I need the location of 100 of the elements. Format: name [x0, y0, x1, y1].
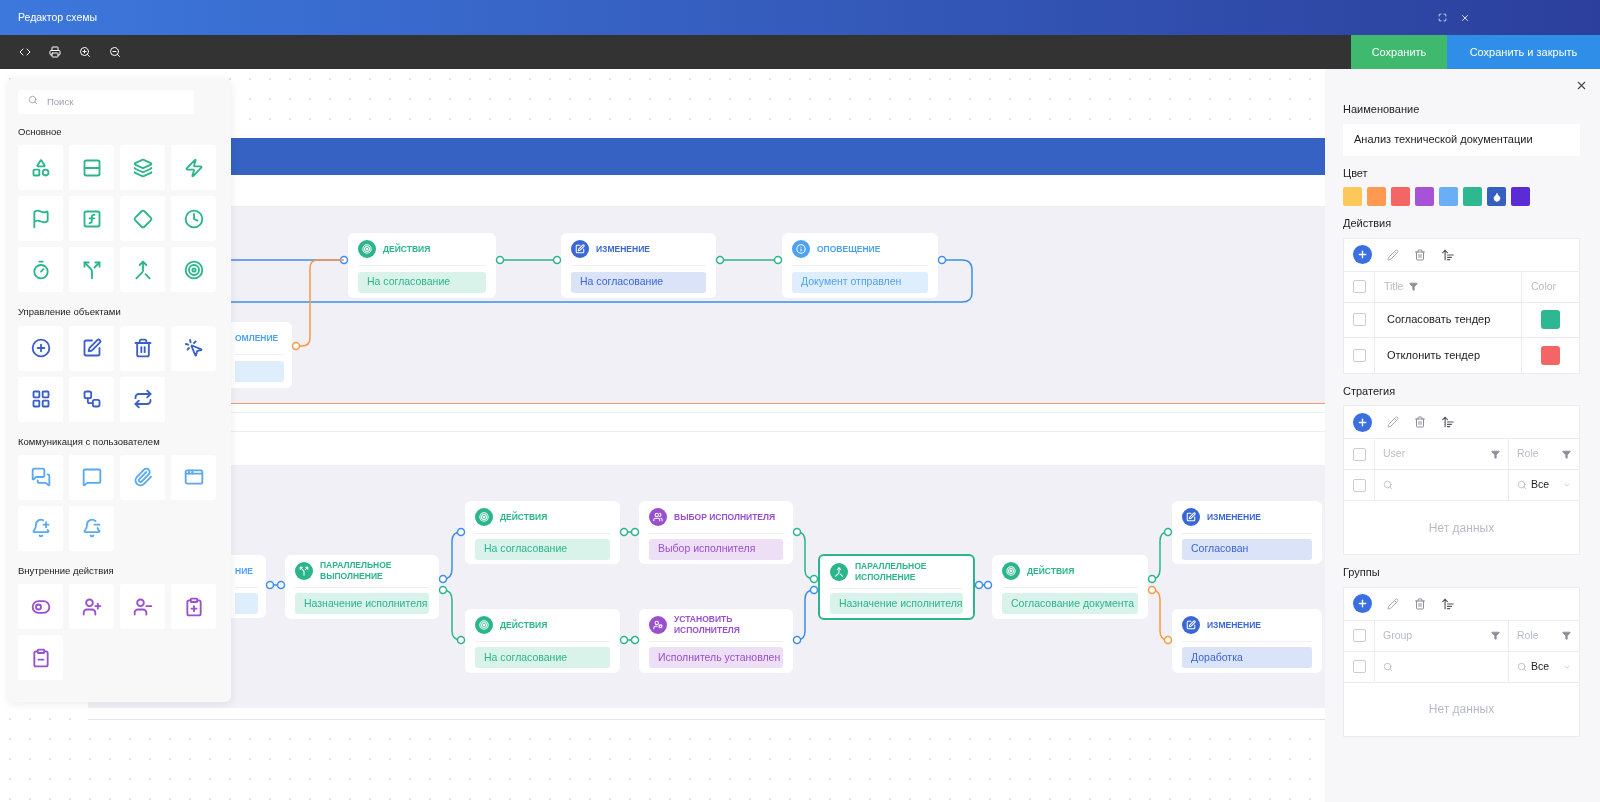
filter-icon[interactable]	[1409, 282, 1419, 291]
flow-node[interactable]: ИЗМЕНЕНИЕ Доработка	[1172, 609, 1322, 673]
tool-tile[interactable]	[120, 247, 165, 293]
flow-node[interactable]: ПАРАЛЛЕЛЬНОЕ ИСПОЛНЕНИЕ Назначение исполнителя	[818, 554, 975, 620]
add-button[interactable]	[1353, 412, 1372, 432]
section-title: Основное	[18, 125, 63, 139]
save-button[interactable]: Сохранить	[1351, 35, 1447, 69]
column-header: Title	[1384, 278, 1404, 294]
role-filter-dropdown[interactable]: Все	[1509, 651, 1579, 682]
maximize-icon[interactable]	[1438, 13, 1447, 22]
checkbox[interactable]	[1352, 447, 1366, 461]
flow-node[interactable]: ОМЛЕНИЕ	[231, 322, 292, 388]
search-field[interactable]: Поиск	[18, 89, 194, 114]
tool-tile[interactable]	[171, 247, 216, 293]
color-swatch[interactable]	[1463, 187, 1482, 206]
tool-tile[interactable]	[171, 145, 216, 191]
color-swatch[interactable]	[1439, 187, 1458, 206]
flow-node[interactable]: ИЗМЕНЕНИЕ На согласование	[561, 233, 716, 298]
flow-node[interactable]: ДЕЙСТВИЯ На согласование	[465, 501, 620, 564]
tool-tile[interactable]	[69, 247, 114, 293]
tool-tile[interactable]	[120, 454, 165, 500]
edit-icon[interactable]	[1387, 597, 1399, 610]
flow-node[interactable]: ВЫБОР ИСПОЛНИТЕЛЯ Выбор исполнителя	[639, 501, 793, 564]
tool-tile[interactable]	[69, 325, 114, 371]
tool-tile[interactable]	[69, 145, 114, 191]
checkbox[interactable]	[1352, 660, 1366, 673]
edit-icon[interactable]	[1387, 416, 1399, 428]
node-status-pill: На согласование	[475, 538, 610, 560]
filter-icon[interactable]	[1562, 631, 1571, 640]
color-swatch[interactable]	[1343, 187, 1362, 206]
flow-node[interactable]: ИЗМЕНЕНИЕ Согласован	[1172, 501, 1322, 564]
checkbox[interactable]	[1352, 348, 1366, 362]
color-swatch[interactable]	[1487, 187, 1506, 206]
tool-tile[interactable]	[69, 376, 114, 422]
flow-node[interactable]: НИЕ	[231, 555, 266, 618]
tool-tile[interactable]	[120, 325, 165, 371]
users-icon	[653, 512, 663, 522]
tool-tile[interactable]	[18, 635, 63, 680]
tool-tile[interactable]	[18, 325, 63, 371]
column-header: Color	[1531, 278, 1557, 294]
filter-icon[interactable]	[1491, 631, 1500, 640]
tool-tile[interactable]	[18, 196, 63, 242]
color-swatch[interactable]	[1367, 187, 1386, 206]
tool-tile[interactable]	[171, 584, 216, 629]
delete-icon[interactable]	[1414, 597, 1426, 610]
flow-node[interactable]: ДЕЙСТВИЯ Согласование документа	[992, 555, 1148, 619]
add-button[interactable]	[1353, 245, 1372, 264]
repeat-icon	[132, 389, 153, 409]
zoom-in-button[interactable]	[78, 45, 92, 59]
flow-node[interactable]: ПАРАЛЛЕЛЬНОЕ ВЫПОЛНЕНИЕ Назначение исполнителя	[285, 555, 439, 619]
flow-node[interactable]: УСТАНОВИТЬ ИСПОЛНИТЕЛЯ Исполнитель установлен	[639, 609, 793, 673]
field-label: Наименование	[1343, 102, 1421, 117]
tool-tile[interactable]	[171, 196, 216, 242]
sort-icon[interactable]	[1441, 596, 1455, 611]
name-field[interactable]: Анализ технической документации	[1343, 123, 1580, 156]
tool-tile[interactable]	[18, 584, 63, 629]
tool-tile[interactable]	[120, 196, 165, 242]
close-icon[interactable]	[1575, 79, 1588, 92]
code-icon	[19, 46, 31, 58]
tool-tile[interactable]	[69, 196, 114, 242]
tool-tile[interactable]	[120, 376, 165, 422]
tool-tile[interactable]	[120, 584, 165, 629]
delete-icon[interactable]	[1414, 416, 1426, 428]
checkbox[interactable]	[1352, 280, 1366, 293]
color-swatch[interactable]	[1391, 187, 1410, 206]
checkbox[interactable]	[1352, 313, 1366, 326]
delete-icon[interactable]	[1414, 248, 1426, 261]
section-title: Коммуникация с пользователем	[18, 434, 161, 449]
tool-tile[interactable]	[69, 505, 114, 551]
color-swatch[interactable]	[1415, 187, 1434, 206]
tool-tile[interactable]	[120, 145, 165, 191]
zoom-out-button[interactable]	[108, 45, 122, 59]
tool-tile[interactable]	[18, 505, 63, 551]
flow-node[interactable]: ОПОВЕЩЕНИЕ Документ отправлен	[782, 233, 938, 298]
node-status-pill: Выбор исполнителя	[649, 538, 783, 560]
checkbox[interactable]	[1352, 478, 1366, 492]
edit-icon[interactable]	[1387, 248, 1399, 261]
tool-tile[interactable]	[171, 325, 216, 371]
color-swatch[interactable]	[1511, 187, 1530, 206]
save-and-close-button[interactable]: Сохранить и закрыть	[1447, 35, 1600, 69]
add-button[interactable]	[1353, 594, 1372, 613]
flow-node[interactable]: ДЕЙСТВИЯ На согласование	[348, 233, 496, 298]
filter-icon[interactable]	[1491, 449, 1500, 459]
tool-tile[interactable]	[69, 454, 114, 500]
node-title: ИЗМЕНЕНИЕ	[1207, 511, 1261, 523]
tool-tile[interactable]	[18, 454, 63, 500]
tool-tile[interactable]	[18, 247, 63, 293]
tool-tile[interactable]	[18, 376, 63, 422]
checkbox[interactable]	[1352, 629, 1366, 642]
tool-tile[interactable]	[69, 584, 114, 629]
close-icon[interactable]	[1460, 12, 1470, 23]
tool-tile[interactable]	[18, 145, 63, 191]
print-button[interactable]	[48, 45, 62, 59]
sort-icon[interactable]	[1441, 415, 1455, 429]
node-title: НИЕ	[235, 565, 253, 577]
flow-node[interactable]: ДЕЙСТВИЯ На согласование	[465, 609, 620, 673]
filter-icon[interactable]	[1562, 449, 1571, 459]
tool-tile[interactable]	[171, 454, 216, 500]
role-filter-dropdown[interactable]: Все	[1509, 470, 1579, 500]
sort-icon[interactable]	[1441, 247, 1455, 262]
